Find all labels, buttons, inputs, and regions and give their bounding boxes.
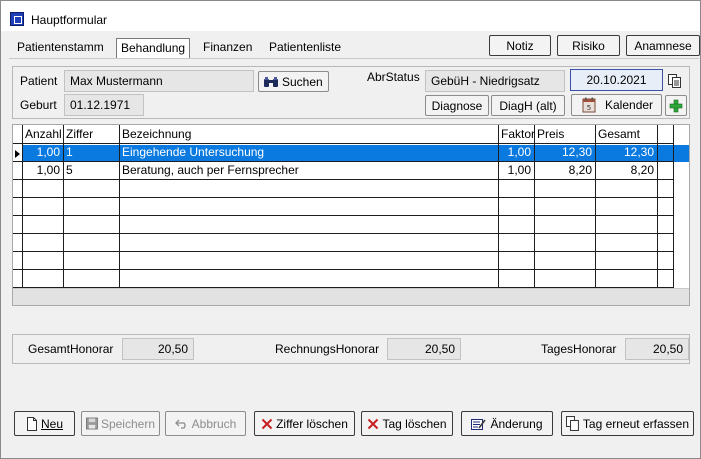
geburt-label: Geburt bbox=[20, 98, 57, 112]
cell-bezeichnung[interactable]: Beratung, auch per Fernsprecher bbox=[119, 162, 498, 180]
cell-anzahl[interactable]: 1,00 bbox=[22, 144, 63, 162]
selected-row-highlight-end bbox=[673, 145, 689, 162]
delete-x-icon bbox=[368, 418, 379, 429]
abbruch-label: Abbruch bbox=[191, 416, 237, 431]
tab-patientenstamm[interactable]: Patientenstamm bbox=[13, 38, 108, 58]
diagh-alt-button[interactable]: DiagH (alt) bbox=[491, 95, 565, 116]
rechnungshonorar-label: RechnungsHonorar bbox=[275, 342, 380, 356]
neu-label: Neu bbox=[40, 416, 63, 431]
rechnungshonorar-field: 20,50 bbox=[387, 338, 461, 360]
copy-pages-icon bbox=[566, 416, 579, 431]
tag-erneut-erfassen-label: Tag erneut erfassen bbox=[582, 416, 689, 431]
anamnese-button[interactable]: Anamnese bbox=[626, 35, 700, 56]
patient-label: Patient bbox=[20, 74, 58, 88]
binoculars-icon bbox=[264, 76, 278, 87]
aenderung-label: Änderung bbox=[490, 416, 543, 431]
svg-text:5: 5 bbox=[587, 104, 591, 112]
tageshonorar-label: TagesHonorar bbox=[541, 342, 617, 356]
abrstatus-label: AbrStatus bbox=[367, 70, 420, 84]
calendar-icon: 5 bbox=[582, 97, 596, 113]
col-header-faktor[interactable]: Faktor bbox=[498, 126, 536, 144]
tab-behandlung[interactable]: Behandlung bbox=[116, 38, 191, 58]
notiz-button[interactable]: Notiz bbox=[489, 35, 551, 56]
tag-erneut-erfassen-button[interactable]: Tag erneut erfassen bbox=[561, 411, 694, 436]
cell-gesamt[interactable]: 12,30 bbox=[595, 144, 657, 162]
cell-faktor[interactable]: 1,00 bbox=[498, 162, 534, 180]
tageshonorar-field: 20,50 bbox=[625, 338, 689, 360]
risiko-button[interactable]: Risiko bbox=[557, 35, 620, 56]
suchen-button[interactable]: Suchen bbox=[258, 71, 329, 92]
tab-patientenliste[interactable]: Patientenliste bbox=[265, 38, 345, 58]
col-header-anzahl[interactable]: Anzahl bbox=[22, 126, 63, 144]
abrstatus-field[interactable]: GebüH - Niedrigsatz bbox=[425, 70, 565, 92]
aenderung-button[interactable]: Änderung bbox=[461, 411, 553, 436]
gesamthonorar-field: 20,50 bbox=[122, 338, 194, 360]
patient-name-field[interactable]: Max Mustermann bbox=[64, 70, 254, 92]
gesamthonorar-label: GesamtHonorar bbox=[28, 342, 114, 356]
col-header-gesamt[interactable]: Gesamt bbox=[595, 126, 657, 144]
title-bar: Hauptformular bbox=[1, 1, 700, 31]
window-title: Hauptformular bbox=[31, 13, 108, 27]
tag-loeschen-label: Tag löschen bbox=[382, 416, 447, 431]
undo-icon bbox=[174, 419, 186, 429]
cell-gesamt[interactable]: 8,20 bbox=[595, 162, 657, 180]
kalender-button[interactable]: 5 Kalender bbox=[571, 94, 662, 116]
abbruch-button[interactable]: Abbruch bbox=[165, 411, 246, 436]
tag-loeschen-button[interactable]: Tag löschen bbox=[361, 411, 453, 436]
geburt-field[interactable]: 01.12.1971 bbox=[64, 94, 144, 116]
main-window: Hauptformular Patientenstamm Behandlung … bbox=[0, 0, 701, 459]
add-button[interactable] bbox=[665, 95, 687, 116]
cell-preis[interactable]: 8,20 bbox=[534, 162, 595, 180]
diagnose-button[interactable]: Diagnose bbox=[425, 95, 489, 116]
treatment-grid[interactable]: Anzahl Ziffer Bezeichnung Faktor Preis G… bbox=[12, 124, 690, 306]
speichern-button[interactable]: Speichern bbox=[81, 411, 160, 436]
grid-scroll-area[interactable] bbox=[13, 288, 689, 305]
neu-button[interactable]: Neu bbox=[14, 411, 75, 436]
plus-icon bbox=[669, 99, 683, 112]
new-document-icon bbox=[26, 416, 37, 431]
col-header-bezeichnung[interactable]: Bezeichnung bbox=[119, 126, 319, 144]
cell-faktor[interactable]: 1,00 bbox=[498, 144, 534, 162]
suchen-label: Suchen bbox=[282, 74, 323, 89]
cell-ziffer[interactable]: 1 bbox=[63, 144, 119, 162]
cell-preis[interactable]: 12,30 bbox=[534, 144, 595, 162]
tab-finanzen[interactable]: Finanzen bbox=[199, 38, 256, 58]
cell-anzahl[interactable]: 1,00 bbox=[22, 162, 63, 180]
edit-form-icon bbox=[471, 418, 487, 430]
row-indicator-icon bbox=[15, 150, 20, 158]
kalender-label: Kalender bbox=[605, 98, 654, 112]
cell-bezeichnung[interactable]: Eingehende Untersuchung bbox=[119, 144, 498, 162]
date-field[interactable]: 20.10.2021 bbox=[570, 69, 663, 91]
tab-divider bbox=[9, 58, 699, 59]
cell-ziffer[interactable]: 5 bbox=[63, 162, 119, 180]
col-header-preis[interactable]: Preis bbox=[534, 126, 594, 144]
speichern-label: Speichern bbox=[100, 416, 155, 431]
save-disk-icon bbox=[86, 417, 98, 430]
copy-icon[interactable] bbox=[667, 73, 683, 89]
delete-x-icon bbox=[261, 418, 273, 429]
ziffer-loeschen-label: Ziffer löschen bbox=[276, 416, 348, 431]
col-header-ziffer[interactable]: Ziffer bbox=[63, 126, 119, 144]
ziffer-loeschen-button[interactable]: Ziffer löschen bbox=[254, 411, 355, 436]
app-icon bbox=[10, 12, 24, 26]
